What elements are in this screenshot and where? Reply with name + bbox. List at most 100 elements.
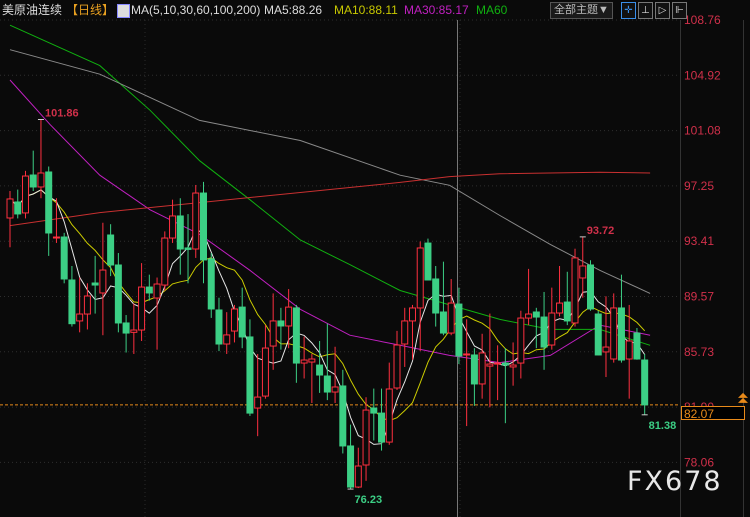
- candle-body: [509, 364, 517, 368]
- ma-line-ma100: [9, 49, 651, 294]
- candle-body: [556, 302, 564, 314]
- candle: [478, 333, 486, 399]
- candle-body: [60, 236, 68, 280]
- candle: [378, 388, 386, 451]
- candle: [14, 189, 22, 219]
- candle: [261, 325, 269, 399]
- candle: [563, 271, 571, 326]
- candle-body: [215, 309, 223, 345]
- candle: [594, 310, 602, 356]
- candle-body: [463, 353, 471, 356]
- candle: [447, 278, 455, 336]
- candle: [432, 266, 440, 327]
- candle-body: [6, 198, 14, 219]
- candle: [254, 353, 262, 437]
- crosshair-icon[interactable]: ✛: [621, 2, 636, 19]
- candle: [633, 328, 641, 360]
- candle-body: [579, 265, 587, 279]
- exit-icon[interactable]: ⊩: [672, 2, 687, 19]
- y-tick-label: 89.57: [684, 290, 714, 304]
- candle: [323, 323, 331, 401]
- candle-body: [470, 354, 478, 385]
- candle: [230, 304, 238, 343]
- chart-header: 美原油连续 【日线】 MA(5,10,30,60,100,200) MA5:88…: [0, 0, 750, 20]
- candle-body: [114, 264, 122, 324]
- candle: [385, 362, 393, 445]
- candle: [439, 261, 447, 336]
- candle: [122, 315, 130, 353]
- candle-body: [339, 385, 347, 447]
- candle: [347, 424, 355, 490]
- candle: [556, 266, 564, 317]
- candle: [300, 336, 308, 379]
- candle-body: [138, 286, 146, 331]
- ma-indicator-icon[interactable]: [117, 4, 130, 18]
- candle: [393, 330, 401, 391]
- candle-body: [176, 215, 184, 250]
- extreme-label: 81.38: [649, 420, 677, 432]
- candle-body: [532, 311, 540, 318]
- candle-body: [308, 358, 316, 363]
- candle: [354, 447, 362, 489]
- candle: [145, 274, 153, 301]
- candle-body: [455, 303, 463, 357]
- candle-body: [424, 242, 432, 281]
- candle-body: [401, 320, 409, 345]
- candle: [21, 170, 29, 219]
- candle-body: [370, 407, 378, 414]
- symbol-name: 美原油连续: [2, 3, 63, 17]
- candle-body: [602, 346, 610, 353]
- candle-body: [641, 359, 649, 406]
- candle: [60, 232, 68, 284]
- extreme-label: 93.72: [587, 225, 615, 237]
- y-tick-label: 104.92: [684, 68, 721, 82]
- candle-body: [169, 215, 177, 239]
- candle: [424, 238, 432, 281]
- candle: [331, 346, 339, 403]
- candle-body: [45, 171, 53, 234]
- candle: [641, 353, 649, 415]
- candle: [192, 184, 200, 258]
- candle-body: [354, 465, 362, 488]
- candle: [470, 348, 478, 406]
- candle: [138, 263, 146, 341]
- candle-body: [447, 302, 455, 334]
- candle: [509, 342, 517, 386]
- candle-body: [378, 412, 386, 443]
- candle: [37, 119, 45, 199]
- candle: [215, 297, 223, 352]
- candle: [83, 283, 91, 330]
- theme-dropdown-button[interactable]: 全部主题▼: [550, 2, 613, 19]
- last-price-tag: 82.07: [681, 406, 745, 421]
- ma10-value: MA10:88.11: [334, 3, 398, 17]
- candle: [99, 222, 107, 336]
- watermark-logo: FX678: [627, 466, 723, 497]
- candle-body: [316, 364, 324, 376]
- candle: [540, 291, 548, 370]
- candle: [532, 307, 540, 349]
- candle: [316, 340, 324, 393]
- bar-style-icon[interactable]: ⊥: [638, 2, 653, 19]
- period-label[interactable]: 【日线】: [66, 0, 114, 20]
- extreme-label: 76.23: [355, 494, 383, 506]
- candle: [91, 255, 99, 314]
- candlestick-chart[interactable]: 108.76104.92101.0897.2593.4189.5785.7381…: [0, 0, 750, 517]
- candle-body: [21, 175, 29, 214]
- y-tick-label: 101.08: [684, 124, 721, 138]
- candle-body: [153, 283, 161, 299]
- y-tick-label: 85.73: [684, 345, 714, 359]
- candle: [207, 253, 215, 318]
- candle-body: [238, 306, 246, 338]
- candle: [579, 236, 587, 298]
- candle-body: [362, 409, 370, 466]
- candle-body: [439, 311, 447, 334]
- candle-body: [37, 172, 45, 188]
- candle: [153, 277, 161, 350]
- candle-body: [408, 307, 416, 322]
- play-icon[interactable]: ▷: [655, 2, 670, 19]
- ma-params: MA(5,10,30,60,100,200): [131, 3, 261, 17]
- ma5-value: MA5:88.26: [264, 3, 323, 17]
- candle-body: [14, 201, 22, 215]
- candle: [223, 312, 231, 354]
- candle: [517, 310, 525, 379]
